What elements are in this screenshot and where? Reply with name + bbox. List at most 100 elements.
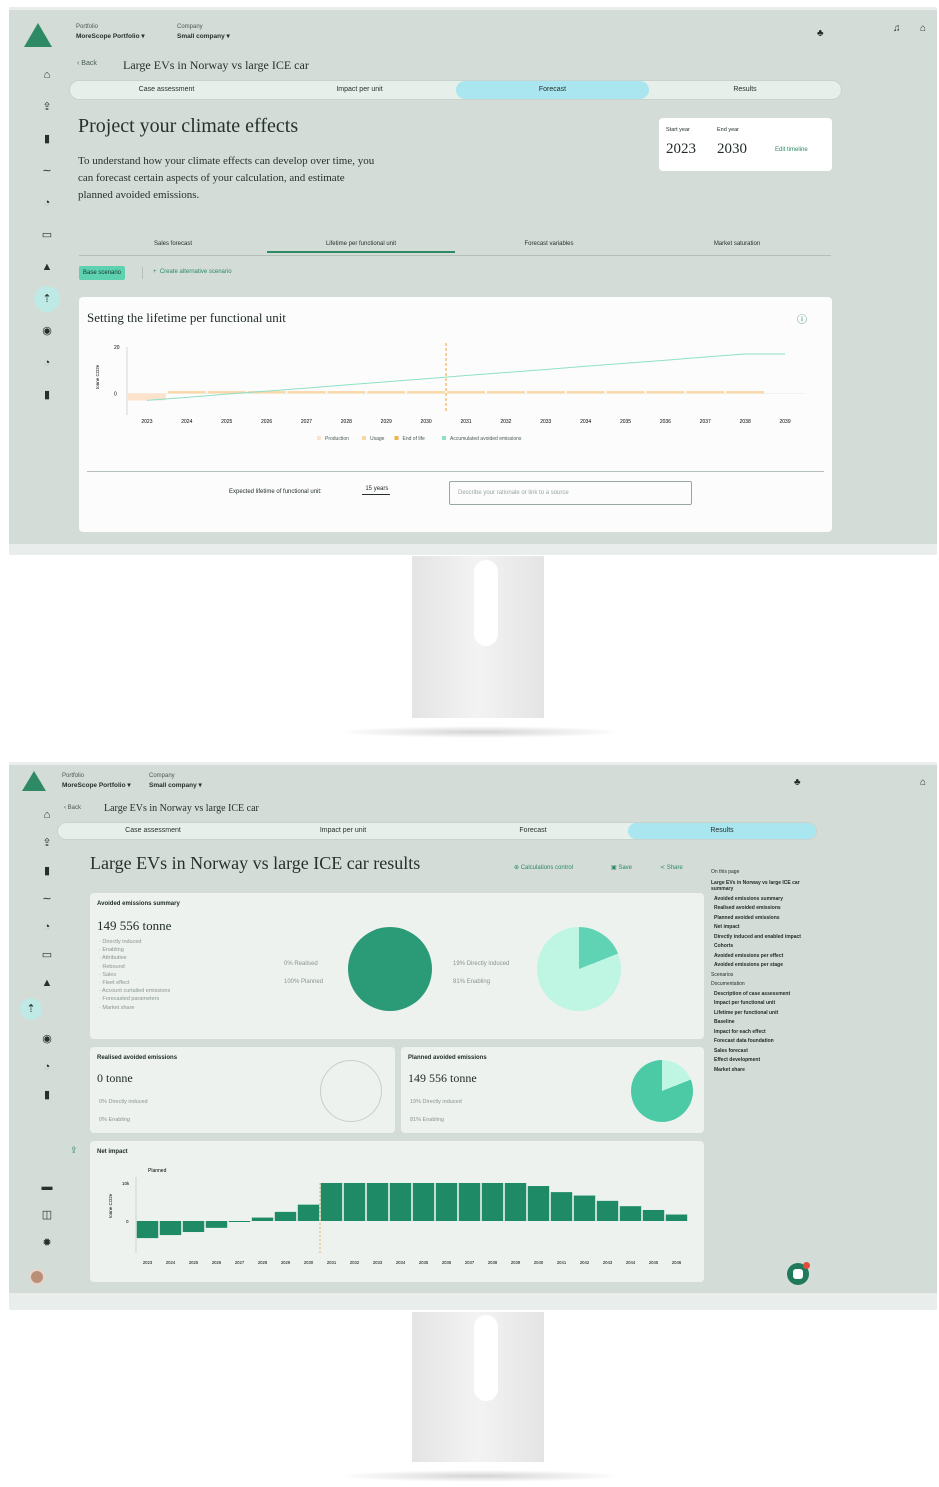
speed-icon[interactable]: ◔ (27, 353, 67, 373)
card-title: Setting the lifetime per functional unit (87, 310, 286, 325)
x-tick-label: 2023 (143, 1260, 153, 1265)
calculations-control-button[interactable]: ⊕ Calculations control (514, 864, 573, 871)
office-icon[interactable]: ▮ (27, 1085, 67, 1105)
create-alt-scenario[interactable]: + Create alternative scenario (153, 269, 232, 275)
toc-item[interactable]: Avoided emissions summary (711, 896, 811, 903)
settings-icon[interactable]: ✹ (27, 1233, 67, 1253)
profile-icon[interactable]: ⌂ (920, 23, 926, 34)
summary-item: · Sales (99, 971, 117, 978)
toc-item[interactable]: Sales forecast (711, 1048, 811, 1055)
net-impact-chart: 10k 0 tonne CO2e Planned 2023 2024 2025 2026 202… (108, 1168, 688, 1265)
company-selector[interactable]: Company Small company ▾ (177, 24, 230, 40)
profile-icon[interactable]: ⌂ (920, 777, 926, 788)
home-icon[interactable]: ⌂ (27, 65, 67, 85)
subtab-lifetime[interactable]: Lifetime per functional unit (267, 241, 455, 253)
bell-icon[interactable]: ♫ (893, 23, 901, 34)
chat-icon[interactable]: ▬ (27, 1177, 67, 1197)
monitor-results: Portfolio MoreScope Portfolio ▾ Company … (0, 745, 939, 1487)
toc-item[interactable]: Impact per functional unit (711, 1000, 811, 1007)
subtab-market-saturation[interactable]: Market saturation (643, 241, 831, 247)
toc-item[interactable]: Directly induced and enabled impact (711, 934, 811, 941)
building-icon[interactable]: ▮ (27, 129, 67, 149)
tab-impact-per-unit[interactable]: Impact per unit (248, 823, 438, 839)
toc-item[interactable]: Planned avoided emissions (711, 915, 811, 922)
subtab-forecast-variables[interactable]: Forecast variables (455, 241, 643, 247)
edit-timeline-link[interactable]: Edit timeline (775, 147, 808, 153)
toc-item[interactable]: Net impact (711, 924, 811, 931)
portfolio-selector[interactable]: Portfolio MoreScope Portfolio ▾ (76, 24, 145, 40)
trend-icon[interactable]: ∼ (27, 889, 67, 909)
chat-bubble-button[interactable] (787, 1262, 810, 1285)
y-tick-label: 0 (114, 391, 117, 397)
realised-planned-pie (348, 927, 432, 1011)
rationale-input[interactable]: Describe your rationale or link to a sou… (449, 481, 692, 505)
share-button[interactable]: ≺ Share (660, 864, 683, 871)
net-impact-bar (320, 1183, 343, 1221)
toc-item[interactable]: Avoided emissions per stage (711, 962, 811, 969)
tab-results[interactable]: Results (649, 81, 841, 99)
divider (142, 267, 143, 279)
tab-case-assessment[interactable]: Case assessment (58, 823, 248, 839)
toc-item[interactable]: Avoided emissions per effect (711, 953, 811, 960)
net-impact-bar (642, 1209, 665, 1221)
tab-impact-per-unit[interactable]: Impact per unit (263, 81, 456, 99)
gauge-icon[interactable]: ◔ (27, 193, 67, 213)
trend-icon[interactable]: ∼ (27, 161, 67, 181)
toc-item[interactable]: Description of case assessment (711, 991, 811, 998)
tab-forecast[interactable]: Forecast (456, 81, 649, 99)
avatar[interactable] (29, 1269, 45, 1285)
portfolio-selector[interactable]: Portfolio MoreScope Portfolio ▾ (62, 773, 131, 789)
base-scenario-chip[interactable]: Base scenario (79, 266, 126, 280)
scroll-top-icon[interactable]: ⇪ (70, 1145, 78, 1156)
gift-icon[interactable]: ♣ (817, 28, 824, 39)
company-selector[interactable]: Company Small company ▾ (149, 773, 202, 789)
net-impact-bar (182, 1221, 205, 1233)
eye-icon[interactable]: ◉ (27, 1029, 67, 1049)
tab-case-assessment[interactable]: Case assessment (70, 81, 263, 99)
office-icon[interactable]: ▮ (27, 385, 67, 405)
building-icon[interactable]: ▮ (27, 861, 67, 881)
net-impact-bar (527, 1186, 550, 1221)
back-link[interactable]: ‹ Back (64, 805, 81, 811)
toc-item[interactable]: Large EVs in Norway vs large ICE car sum… (711, 880, 811, 893)
direct-enabling-pie (537, 927, 621, 1011)
speed-icon[interactable]: ◔ (27, 1057, 67, 1077)
toc-item[interactable]: Effect development (711, 1057, 811, 1064)
upload-icon[interactable]: ⇪ (27, 97, 67, 117)
start-year-label: Start year (666, 127, 690, 133)
toc-item[interactable]: Cohorts (711, 943, 811, 950)
toc-item[interactable]: Scenarios (711, 972, 811, 979)
lifetime-input[interactable]: 15 years (362, 486, 390, 495)
toc-item[interactable]: Realised avoided emissions (711, 905, 811, 912)
forecast-icon[interactable]: ⇡ (20, 998, 42, 1020)
tree-icon[interactable]: ▲ (27, 973, 67, 993)
toc-item[interactable]: Impact for each effect (711, 1029, 811, 1036)
forecast-icon[interactable]: ⇡ (34, 286, 60, 312)
factory-icon[interactable]: ▭ (27, 225, 67, 245)
legend-label: End of life (403, 436, 425, 442)
toc-item[interactable]: Lifetime per functional unit (711, 1010, 811, 1017)
save-button[interactable]: ▣ Save (611, 864, 632, 871)
tree-icon[interactable]: ▲ (27, 257, 67, 277)
net-impact-bar (366, 1183, 389, 1221)
toc-item[interactable]: Market share (711, 1067, 811, 1074)
back-link[interactable]: ‹ Back (77, 60, 97, 67)
tab-results[interactable]: Results (628, 823, 816, 839)
info-icon[interactable]: ⓘ (797, 311, 807, 326)
subtab-sales-forecast[interactable]: Sales forecast (79, 241, 267, 247)
step-tabs: Case assessment Impact per unit Forecast… (57, 822, 817, 840)
docs-icon[interactable]: ◫ (27, 1205, 67, 1225)
planned-label: Planned (301, 979, 324, 985)
toc-item[interactable]: Baseline (711, 1019, 811, 1026)
toc-item[interactable]: Forecast data foundation (711, 1038, 811, 1045)
company-label: Company (149, 773, 175, 779)
toc-item[interactable]: Documentation (711, 981, 811, 988)
gauge-icon[interactable]: ◔ (27, 917, 67, 937)
x-tick-label: 2042 (580, 1260, 590, 1265)
avoided-summary-card: Avoided emissions summary 149 556 tonne … (90, 893, 704, 1039)
eye-icon[interactable]: ◉ (27, 321, 67, 341)
tab-forecast[interactable]: Forecast (438, 823, 628, 839)
planned-direct-pct: 19% (410, 1099, 422, 1105)
gift-icon[interactable]: ♣ (794, 777, 801, 788)
factory-icon[interactable]: ▭ (27, 945, 67, 965)
